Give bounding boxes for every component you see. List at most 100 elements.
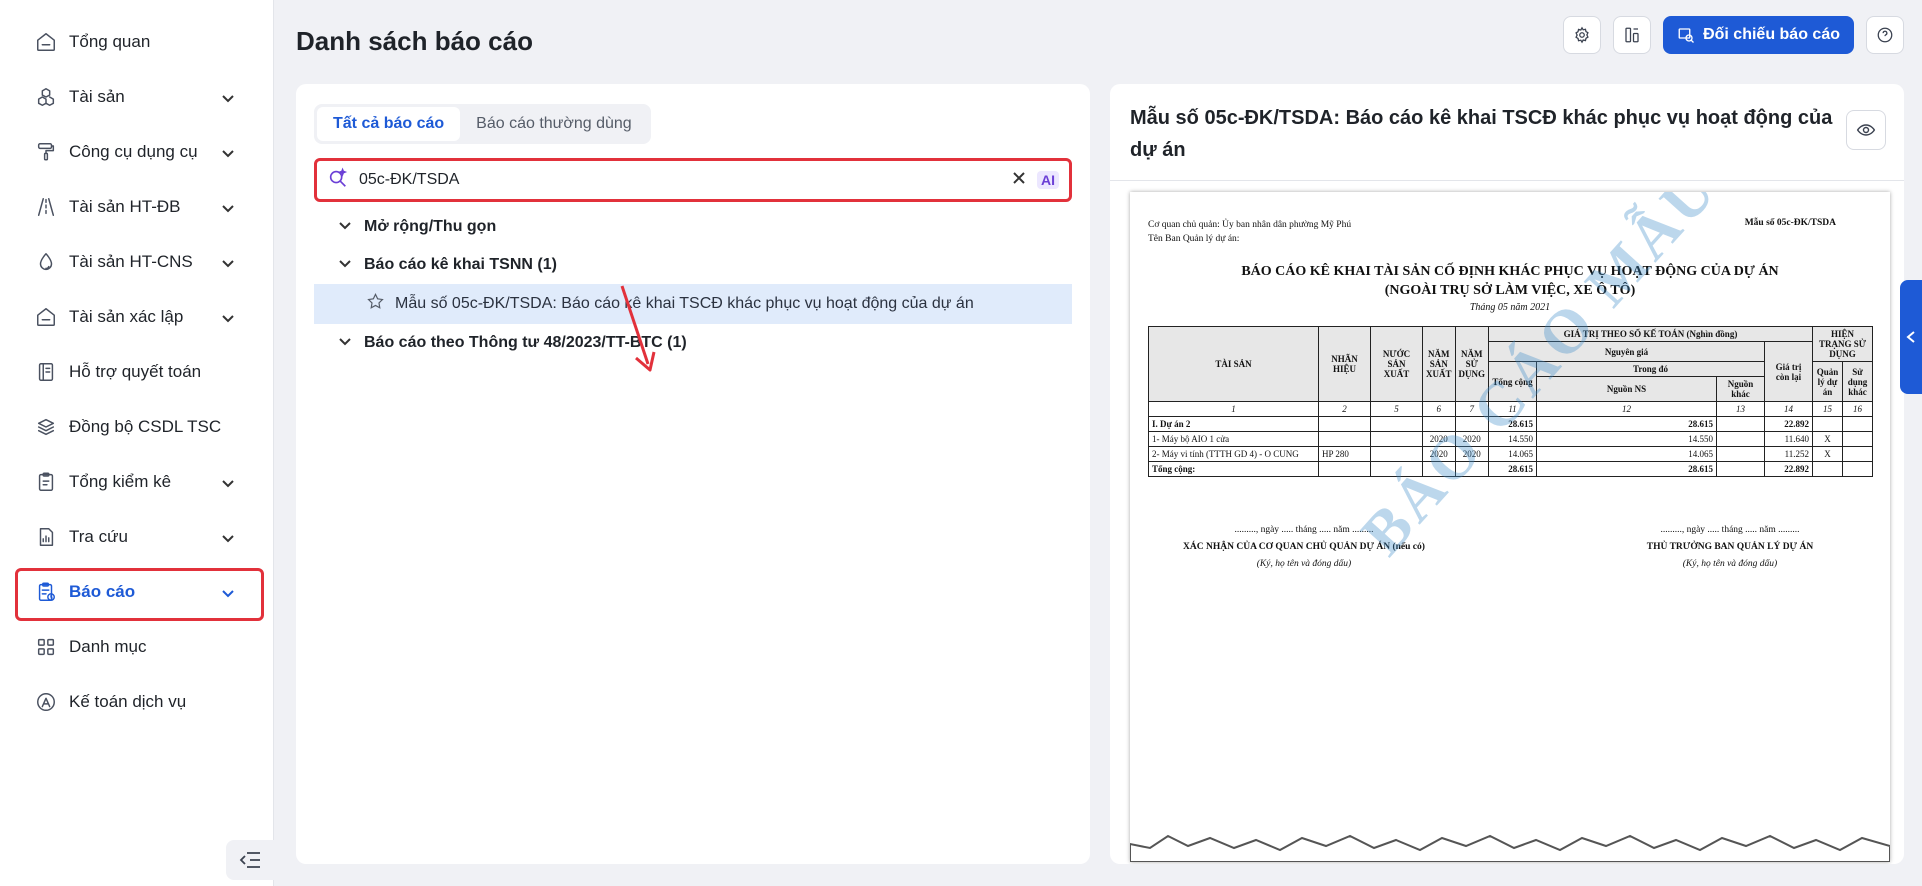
- sidebar-item-12[interactable]: Danh mục: [0, 619, 273, 674]
- tree-group-tsnn-label: Báo cáo kê khai TSNN (1): [364, 256, 557, 273]
- table-cell-managed: [1812, 461, 1843, 477]
- document-title-line1: BÁO CÁO KÊ KHAI TÀI SẢN CỐ ĐỊNH KHÁC PHỤ…: [1241, 264, 1779, 279]
- table-cell-managed: [1812, 416, 1843, 432]
- report-search-box: AI: [314, 158, 1072, 202]
- tree-toggle-all[interactable]: Mở rộng/Thu gọn: [314, 208, 1072, 246]
- settings-button[interactable]: [1563, 16, 1602, 54]
- sidebar-item-11[interactable]: Báo cáo: [0, 564, 273, 621]
- clear-search-button[interactable]: [1011, 170, 1027, 191]
- board-line: Tên Ban Quản lý dự án:: [1148, 234, 1240, 244]
- sidebar-item-6[interactable]: Tài sản xác lập: [0, 289, 273, 344]
- sidebar-item-5[interactable]: Tài sản HT-CNS: [0, 234, 273, 289]
- tree-group-circular-48-label: Báo cáo theo Thông tư 48/2023/TT-BTC (1): [364, 334, 687, 351]
- report-icon: [35, 581, 57, 603]
- layers-sync-icon: [35, 416, 57, 438]
- chevron-down-icon: [338, 334, 352, 353]
- th-country: NƯỚC SẢN XUẤT: [1370, 326, 1423, 402]
- collapse-left-icon: [239, 852, 260, 868]
- table-cell-brand: [1318, 416, 1371, 432]
- table-cell-asset: I. Dự án 2: [1148, 416, 1319, 432]
- water-drop-icon: [35, 251, 57, 273]
- tab-frequent-reports[interactable]: Báo cáo thường dùng: [460, 107, 648, 141]
- chevron-down-icon: [221, 310, 235, 324]
- table-cell-other: [1716, 416, 1765, 432]
- layout-button[interactable]: [1613, 16, 1652, 54]
- report-list-panel: Tất cả báo cáo Báo cáo thường dùng AI Mở…: [296, 84, 1090, 864]
- page-title: Danh sách báo cáo: [296, 26, 533, 56]
- table-cell-budget: 14.550: [1536, 431, 1717, 447]
- column-number: 16: [1842, 401, 1873, 417]
- help-button[interactable]: [1866, 16, 1904, 54]
- expand-side-panel-button[interactable]: [1900, 280, 1922, 394]
- sidebar-item-10[interactable]: Tra cứu: [0, 509, 273, 564]
- chevron-down-icon: [221, 90, 235, 104]
- th-brand: NHÃN HIỆU: [1318, 326, 1371, 402]
- chevron-down-icon: [338, 256, 352, 275]
- chevron-down-icon: [338, 218, 352, 237]
- th-managed: Quản lý dự án: [1812, 361, 1843, 402]
- table-cell-remaining: 11.252: [1764, 446, 1813, 462]
- chevron-down-icon: [221, 200, 235, 214]
- table-cell-asset: 1- Máy bộ AIO 1 cửa: [1148, 431, 1319, 447]
- column-number: 13: [1716, 401, 1765, 417]
- sidebar-item-label: Hỗ trợ quyết toán: [69, 361, 202, 381]
- home-icon: [35, 306, 57, 328]
- report-preview-panel: Mẫu số 05c-ĐK/TSDA: Báo cáo kê khai TSCĐ…: [1110, 84, 1904, 864]
- sign-right-title: THỦ TRƯỞNG BAN QUẢN LÝ DỰ ÁN: [1646, 542, 1814, 552]
- star-icon[interactable]: [366, 292, 385, 316]
- sidebar-item-4[interactable]: Tài sản HT-ĐB: [0, 179, 273, 234]
- sidebar-item-7[interactable]: Hỗ trợ quyết toán: [0, 344, 273, 399]
- tab-all-reports[interactable]: Tất cả báo cáo: [317, 107, 461, 141]
- signature-right: ........., ngày ..... tháng ..... năm ..…: [1630, 522, 1830, 573]
- tree-group-circular-48[interactable]: Báo cáo theo Thông tư 48/2023/TT-BTC (1): [314, 324, 1072, 362]
- tree-group-tsnn[interactable]: Báo cáo kê khai TSNN (1): [314, 246, 1072, 284]
- table-cell-budget: 14.065: [1536, 446, 1717, 462]
- chevron-left-icon: [1906, 331, 1915, 343]
- table-cell-other_use: [1842, 416, 1873, 432]
- ai-badge[interactable]: AI: [1037, 171, 1059, 189]
- sidebar-nav: Tổng quan Tài sản Công cụ dụng cụ Tài sản H…: [0, 0, 273, 729]
- sidebar-item-8[interactable]: Đồng bộ CSDL TSC: [0, 399, 273, 454]
- preview-title: Mẫu số 05c-ĐK/TSDA: Báo cáo kê khai TSCĐ…: [1130, 107, 1833, 161]
- sign-right-date: ........., ngày ..... tháng ..... năm ..…: [1660, 525, 1800, 535]
- sidebar-item-label: Đồng bộ CSDL TSC: [69, 416, 222, 436]
- table-cell-budget: 28.615: [1536, 416, 1717, 432]
- th-other-source: Nguồn khác: [1716, 376, 1765, 402]
- report-tabs: Tất cả báo cáo Báo cáo thường dùng: [314, 104, 651, 144]
- sign-right-note: (Ký, họ tên và đóng dấu): [1682, 559, 1778, 569]
- table-cell-budget: 28.615: [1536, 461, 1717, 477]
- top-actions: Đối chiếu báo cáo: [1563, 16, 1904, 54]
- table-cell-brand: [1318, 461, 1371, 477]
- collapse-sidebar-button[interactable]: [226, 840, 274, 880]
- sidebar-item-2[interactable]: Tài sản: [0, 69, 273, 124]
- sidebar-item-label: Danh mục: [69, 636, 147, 656]
- table-cell-remaining: 22.892: [1764, 416, 1813, 432]
- chevron-down-icon: [221, 475, 235, 489]
- agency-line: Cơ quan chủ quản: Ủy ban nhân dân phường…: [1148, 220, 1352, 230]
- compare-report-button[interactable]: Đối chiếu báo cáo: [1663, 16, 1854, 54]
- document-month: Tháng 05 năm 2021: [1469, 302, 1551, 313]
- layout-columns-icon: [1625, 27, 1639, 43]
- sidebar-item-3[interactable]: Công cụ dụng cụ: [0, 124, 273, 179]
- view-report-button[interactable]: [1846, 110, 1886, 150]
- table-cell-brand: HP 280: [1318, 446, 1371, 462]
- ai-search-icon: [327, 166, 349, 194]
- tree-item-05c-report[interactable]: Mẫu số 05c-ĐK/TSDA: Báo cáo kê khai TSCĐ…: [314, 284, 1072, 324]
- report-paper-preview: Cơ quan chủ quản: Ủy ban nhân dân phường…: [1130, 192, 1890, 862]
- eye-icon: [1856, 124, 1876, 136]
- search-input[interactable]: [359, 171, 1011, 189]
- document-title-line2: (NGOÀI TRỤ SỞ LÀM VIỆC, XE Ô TÔ): [1384, 283, 1636, 298]
- road-icon: [35, 196, 57, 218]
- help-icon: [1877, 27, 1893, 43]
- compare-search-icon: [1678, 28, 1695, 43]
- report-tree: Mở rộng/Thu gọn Báo cáo kê khai TSNN (1)…: [314, 208, 1072, 362]
- gear-icon: [1575, 26, 1589, 44]
- sidebar-item-13[interactable]: Kế toán dịch vụ: [0, 674, 273, 729]
- document-title: BÁO CÁO KÊ KHAI TÀI SẢN CỐ ĐỊNH KHÁC PHỤ…: [1130, 262, 1890, 300]
- chart-doc-icon: [35, 526, 57, 548]
- sidebar-item-label: Tài sản xác lập: [69, 306, 184, 326]
- sidebar-item-9[interactable]: Tổng kiểm kê: [0, 454, 273, 509]
- paint-roller-icon: [35, 141, 57, 163]
- sidebar-item-1[interactable]: Tổng quan: [0, 14, 273, 69]
- sidebar-item-label: Kế toán dịch vụ: [69, 691, 187, 711]
